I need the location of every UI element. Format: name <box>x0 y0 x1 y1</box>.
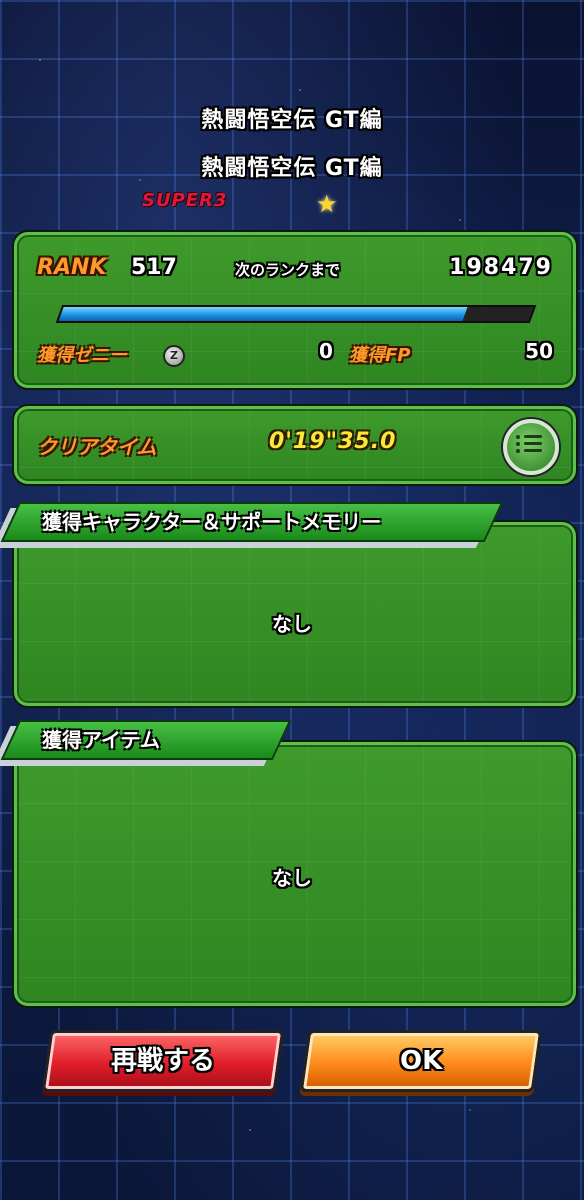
rank-value: 517 <box>131 255 177 280</box>
retry-button[interactable]: 再戦する <box>41 1030 285 1092</box>
stage-title: 熱闘悟空伝 GT編 <box>201 156 383 181</box>
retry-button-label: 再戦する <box>110 1046 215 1076</box>
zeni-value: 0 <box>319 339 333 363</box>
difficulty-label: SUPER3 <box>142 190 228 211</box>
clear-time-panel: クリアタイム 0'19"35.0 <box>14 406 576 484</box>
quest-title: 熱闘悟空伝 GT編 <box>201 108 383 133</box>
clear-time-value: 0'19"35.0 <box>269 429 397 454</box>
star-icon: ★ <box>316 190 338 218</box>
characters-empty-text: なし <box>272 612 312 636</box>
characters-section-title: 獲得キャラクター＆サポートメモリー <box>42 510 382 534</box>
menu-list-icon[interactable] <box>503 419 559 475</box>
rank-panel: RANK 517 次のランクまで 198479 獲得ゼニー Z 0 獲得FP 5… <box>14 232 576 388</box>
exp-bar <box>55 305 537 323</box>
ok-button[interactable]: OK <box>299 1030 543 1092</box>
ok-button-label: OK <box>399 1046 443 1076</box>
zeni-coin-icon: Z <box>163 345 185 367</box>
rank-label: RANK <box>37 255 107 280</box>
next-rank-label: 次のランクまで <box>235 261 341 279</box>
items-empty-text: なし <box>272 866 312 890</box>
next-rank-value: 198479 <box>449 255 553 280</box>
clear-time-label: クリアタイム <box>37 435 157 459</box>
items-section-title: 獲得アイテム <box>42 728 160 752</box>
exp-bar-fill <box>58 307 468 321</box>
zeni-label: 獲得ゼニー <box>37 345 127 366</box>
fp-label: 獲得FP <box>349 345 411 366</box>
fp-value: 50 <box>525 339 553 363</box>
